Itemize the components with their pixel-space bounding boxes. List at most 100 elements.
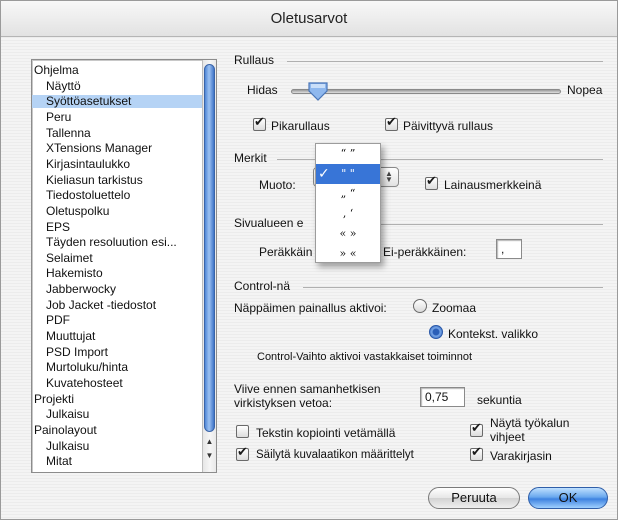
list-item[interactable]: Selaimet	[32, 252, 204, 265]
tooltips-label-line1: Näytä työkalun	[490, 416, 570, 430]
list-item-label: Oletuspolku	[46, 204, 110, 218]
list-item[interactable]: Jabberwocky	[32, 283, 204, 296]
scrolling-group-label: Rullaus	[234, 53, 275, 67]
quote-format-option[interactable]: ‚ ‘	[316, 204, 380, 224]
control-key-group-label: Control-nä	[234, 279, 291, 293]
quote-format-option[interactable]: “ ”	[316, 144, 380, 164]
quote-format-option[interactable]: » «	[316, 244, 380, 264]
list-item[interactable]: Hakemisto	[32, 267, 204, 280]
list-item-label: Job Jacket -tiedostot	[46, 298, 157, 312]
context-menu-radio[interactable]	[429, 325, 443, 339]
list-item-label: Mitat	[46, 455, 73, 469]
list-item[interactable]: Julkaisu	[32, 440, 204, 453]
non-sequential-field[interactable]: ,	[496, 239, 522, 259]
list-item-label: Tiedostoluettelo	[46, 189, 131, 203]
scroll-speed-slider-thumb[interactable]	[307, 81, 329, 101]
list-scrollbar[interactable]: ▲ ▼	[202, 60, 216, 472]
delay-seconds-field[interactable]: 0,75	[420, 387, 465, 407]
list-item-label: Täyden resoluution esi...	[46, 236, 177, 250]
list-item[interactable]: Tiedostoluettelo	[32, 189, 204, 202]
list-item-label: Syöttöasetukset	[46, 95, 132, 109]
list-item-label: PSD Import	[46, 345, 109, 359]
quote-format-option-label: » «	[339, 247, 357, 260]
list-item[interactable]: Näyttö	[32, 80, 204, 93]
list-item[interactable]: Tallenna	[32, 127, 204, 140]
slider-slow-label: Hidas	[247, 83, 278, 97]
zoom-radio[interactable]	[413, 299, 427, 313]
window-title: Oletusarvot	[1, 1, 617, 37]
list-item[interactable]: Projekti	[32, 393, 204, 406]
list-item-label: PDF	[46, 314, 70, 328]
list-item-label: Peru	[46, 110, 72, 124]
ok-button[interactable]: OK	[528, 487, 608, 509]
format-label: Muoto:	[259, 178, 296, 192]
list-item[interactable]: Job Jacket -tiedostot	[32, 299, 204, 312]
control-shift-note: Control-Vaihto aktivoi vastakkaiset toim…	[257, 351, 473, 363]
scroll-up-arrow-icon[interactable]: ▲	[203, 436, 216, 448]
list-item[interactable]: Painolayout	[32, 424, 204, 437]
as-quotes-checkbox[interactable]	[425, 174, 438, 190]
tooltips-label-line2: vihjeet	[490, 430, 525, 444]
quote-format-option[interactable]: ✓ " "	[316, 164, 380, 184]
live-scroll-checkbox[interactable]	[385, 115, 398, 131]
list-item[interactable]: Kieliasun tarkistus	[32, 174, 204, 187]
quote-format-option-label: „ “	[340, 187, 356, 200]
scrolling-group-divider	[287, 61, 603, 62]
list-item-label: XTensions Manager	[46, 142, 153, 156]
sequential-label: Peräkkäin	[259, 245, 313, 259]
scroll-down-arrow-icon[interactable]: ▼	[203, 450, 216, 462]
list-item[interactable]: Peru	[32, 111, 204, 124]
list-item-label: Painolayout	[34, 423, 97, 437]
list-item-label: Julkaisu	[46, 439, 90, 453]
scrollbar-thumb[interactable]	[204, 64, 215, 432]
backup-font-checkbox[interactable]	[470, 445, 483, 461]
list-item-label: Murtoluku/hinta	[46, 361, 129, 375]
preferences-category-list[interactable]: Ohjelma Näyttö Syöttöasetukset Peru Tallenna…	[31, 59, 217, 473]
quote-format-option-label: " "	[341, 167, 355, 180]
list-item-label: Projekti	[34, 392, 75, 406]
list-item[interactable]: Mitat	[32, 455, 204, 468]
zoom-radio-label: Zoomaa	[432, 301, 477, 315]
list-item-label: Tallenna	[46, 126, 91, 140]
drag-copy-checkbox[interactable]	[236, 425, 249, 438]
list-item[interactable]: Syöttöasetukset	[32, 95, 204, 109]
list-item[interactable]: Muuttujat	[32, 330, 204, 343]
list-item[interactable]: Julkaisu	[32, 408, 204, 421]
list-item[interactable]: PSD Import	[32, 346, 204, 359]
keep-box-settings-label: Säilytä kuvalaatikon määrittelyt	[256, 449, 414, 461]
scroll-speed-slider[interactable]	[291, 89, 561, 94]
delay-label-line2: virkistyksen vetoa:	[234, 396, 333, 410]
list-item[interactable]: Oletuspolku	[32, 205, 204, 218]
checkmark-icon: ✓	[318, 166, 330, 182]
quotes-group-label: Merkit	[234, 151, 267, 165]
list-item-label: Kieliasun tarkistus	[46, 173, 143, 187]
quote-format-option-label: ‚ ‘	[342, 207, 354, 220]
list-item[interactable]: Ohjelma	[32, 64, 204, 77]
list-item-label: Kirjasintaulukko	[46, 157, 131, 171]
list-item[interactable]: Kuvatehosteet	[32, 377, 204, 390]
list-item[interactable]: Täyden resoluution esi...	[32, 236, 204, 249]
non-sequential-label: Ei-peräkkäinen:	[383, 245, 467, 259]
quote-format-option[interactable]: « »	[316, 224, 380, 244]
quote-format-option-label: “ ”	[340, 147, 356, 160]
cancel-button[interactable]: Peruuta	[428, 487, 520, 509]
key-activates-label: Näppäimen painallus aktivoi:	[234, 301, 387, 315]
list-item[interactable]: XTensions Manager	[32, 142, 204, 155]
quote-format-menu[interactable]: “ ” ✓ " " „ “ ‚ ‘ « » » «	[315, 143, 381, 263]
tooltips-checkbox[interactable]	[470, 421, 483, 437]
delay-label-line1: Viive ennen samanhetkisen	[234, 382, 381, 396]
list-item[interactable]: EPS	[32, 221, 204, 234]
list-item-label: Ohjelma	[34, 64, 79, 77]
list-item-label: Hakemisto	[46, 267, 103, 281]
list-item-label: Jabberwocky	[46, 283, 117, 297]
pikarullaus-label: Pikarullaus	[271, 119, 330, 133]
page-range-group-label: Sivualueen e	[234, 216, 304, 230]
keep-box-settings-checkbox[interactable]	[236, 445, 249, 461]
list-item[interactable]: Kirjasintaulukko	[32, 158, 204, 171]
list-item[interactable]: PDF	[32, 314, 204, 327]
pikarullaus-checkbox[interactable]	[253, 115, 266, 131]
context-menu-radio-label: Kontekst. valikko	[448, 327, 539, 341]
as-quotes-label: Lainausmerkkeinä	[444, 178, 542, 192]
quote-format-option[interactable]: „ “	[316, 184, 380, 204]
list-item[interactable]: Murtoluku/hinta	[32, 361, 204, 374]
